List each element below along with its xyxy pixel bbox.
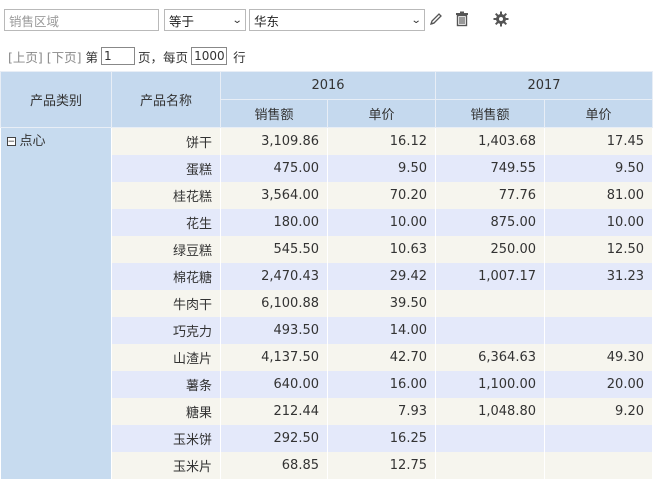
sales-2016-cell: 475.00 (220, 155, 328, 182)
price-2016-cell: 14.00 (327, 317, 436, 344)
prev-page-link[interactable]: [上页] (8, 47, 43, 66)
sales-2017-cell (435, 425, 545, 452)
sales-2017-cell: 749.55 (435, 155, 545, 182)
sales-2016-cell: 3,109.86 (220, 127, 328, 155)
price-2017-cell: 12.50 (544, 236, 653, 263)
product-name-cell: 桂花糕 (111, 182, 221, 209)
page-suffix-label: 页，每页 (138, 49, 189, 65)
sales-2016-cell: 640.00 (220, 371, 328, 398)
price-2017-cell: 17.45 (544, 127, 653, 155)
table-body: − 点心 饼干 3,109.86 16.12 1,403.68 17.45 蛋糕 475.00 9… (0, 127, 653, 479)
trash-icon[interactable] (453, 10, 471, 28)
filter-value-text: 华东 (254, 13, 280, 29)
price-2017-cell (544, 452, 653, 479)
sales-2016-cell: 2,470.43 (220, 263, 328, 290)
category-cell: − 点心 (0, 127, 112, 479)
price-2016-cell: 16.00 (327, 371, 436, 398)
filter-value-select[interactable]: 华东 ⌄ (249, 9, 425, 31)
price-2017-cell: 81.00 (544, 182, 653, 209)
header-price-2017[interactable]: 单价 (544, 99, 653, 128)
sales-2017-cell: 1,048.80 (435, 398, 545, 425)
filter-field-placeholder: 销售区域 (9, 13, 60, 29)
header-sales-2017[interactable]: 销售额 (435, 99, 545, 128)
chevron-down-icon: ⌄ (231, 14, 243, 26)
price-2016-cell: 12.75 (327, 452, 436, 479)
sales-2017-cell (435, 290, 545, 317)
price-2016-cell: 70.20 (327, 182, 436, 209)
price-2017-cell: 9.50 (544, 155, 653, 182)
minus-box-icon[interactable]: − (6, 137, 16, 147)
sales-2016-cell: 68.85 (220, 452, 328, 479)
price-2017-cell: 31.23 (544, 263, 653, 290)
price-2016-cell: 10.00 (327, 209, 436, 236)
product-name-cell: 饼干 (111, 127, 221, 155)
sales-2017-cell: 77.76 (435, 182, 545, 209)
price-2016-cell: 39.50 (327, 290, 436, 317)
price-2017-cell (544, 290, 653, 317)
pager: [上页] [下页] 第 1 页，每页 1000 行 (8, 46, 246, 66)
price-2016-cell: 16.25 (327, 425, 436, 452)
rows-per-page-input[interactable]: 1000 (191, 47, 228, 65)
filter-operator-value: 等于 (169, 13, 195, 29)
chevron-down-icon: ⌄ (410, 14, 422, 26)
sales-2017-cell: 1,100.00 (435, 371, 545, 398)
sales-2017-cell: 6,364.63 (435, 344, 545, 371)
sales-2017-cell: 875.00 (435, 209, 545, 236)
sales-2016-cell: 292.50 (220, 425, 328, 452)
product-name-cell: 巧克力 (111, 317, 221, 344)
header-year-2017[interactable]: 2017 (435, 71, 653, 100)
sales-2016-cell: 180.00 (220, 209, 328, 236)
report-table: 产品类别 产品名称 2016 2017 销售额 单价 销售额 单价 − 点心 饼干 3… (0, 71, 653, 479)
price-2016-cell: 7.93 (327, 398, 436, 425)
price-2016-cell: 16.12 (327, 127, 436, 155)
filter-operator-select[interactable]: 等于 ⌄ (164, 9, 246, 31)
product-name-cell: 山渣片 (111, 344, 221, 371)
product-name-cell: 薯条 (111, 371, 221, 398)
page-number-input[interactable]: 1 (101, 47, 136, 65)
price-2016-cell: 9.50 (327, 155, 436, 182)
header-product-name[interactable]: 产品名称 (111, 71, 221, 128)
pencil-icon[interactable] (427, 10, 445, 28)
product-name-cell: 花生 (111, 209, 221, 236)
sales-2016-cell: 6,100.88 (220, 290, 328, 317)
price-2016-cell: 29.42 (327, 263, 436, 290)
price-2017-cell: 9.20 (544, 398, 653, 425)
sales-2016-cell: 3,564.00 (220, 182, 328, 209)
price-2017-cell: 10.00 (544, 209, 653, 236)
sales-2017-cell (435, 317, 545, 344)
category-label: 点心 (19, 134, 46, 149)
sales-2017-cell (435, 452, 545, 479)
header-sales-2016[interactable]: 销售额 (220, 99, 328, 128)
product-name-cell: 玉米饼 (111, 425, 221, 452)
product-name-cell: 绿豆糕 (111, 236, 221, 263)
sales-2016-cell: 545.50 (220, 236, 328, 263)
price-2017-cell (544, 317, 653, 344)
product-name-cell: 牛肉干 (111, 290, 221, 317)
sales-2017-cell: 250.00 (435, 236, 545, 263)
price-2016-cell: 10.63 (327, 236, 436, 263)
price-2016-cell: 42.70 (327, 344, 436, 371)
header-year-2016[interactable]: 2016 (220, 71, 436, 100)
sales-2016-cell: 212.44 (220, 398, 328, 425)
next-page-link[interactable]: [下页] (47, 47, 82, 66)
page-prefix-label: 第 (85, 49, 99, 65)
rows-suffix-label: 行 (233, 49, 246, 65)
sales-2017-cell: 1,403.68 (435, 127, 545, 155)
gear-icon[interactable] (492, 10, 510, 28)
table-row: − 点心 饼干 3,109.86 16.12 1,403.68 17.45 (0, 127, 653, 479)
sales-2016-cell: 493.50 (220, 317, 328, 344)
price-2017-cell: 49.30 (544, 344, 653, 371)
product-name-cell: 玉米片 (111, 452, 221, 479)
price-2017-cell: 20.00 (544, 371, 653, 398)
header-price-2016[interactable]: 单价 (327, 99, 436, 128)
product-name-cell: 蛋糕 (111, 155, 221, 182)
filter-field-input[interactable]: 销售区域 (4, 9, 159, 31)
sales-2016-cell: 4,137.50 (220, 344, 328, 371)
product-name-cell: 棉花糖 (111, 263, 221, 290)
product-name-cell: 糖果 (111, 398, 221, 425)
price-2017-cell (544, 425, 653, 452)
header-category[interactable]: 产品类别 (0, 71, 112, 128)
sales-2017-cell: 1,007.17 (435, 263, 545, 290)
